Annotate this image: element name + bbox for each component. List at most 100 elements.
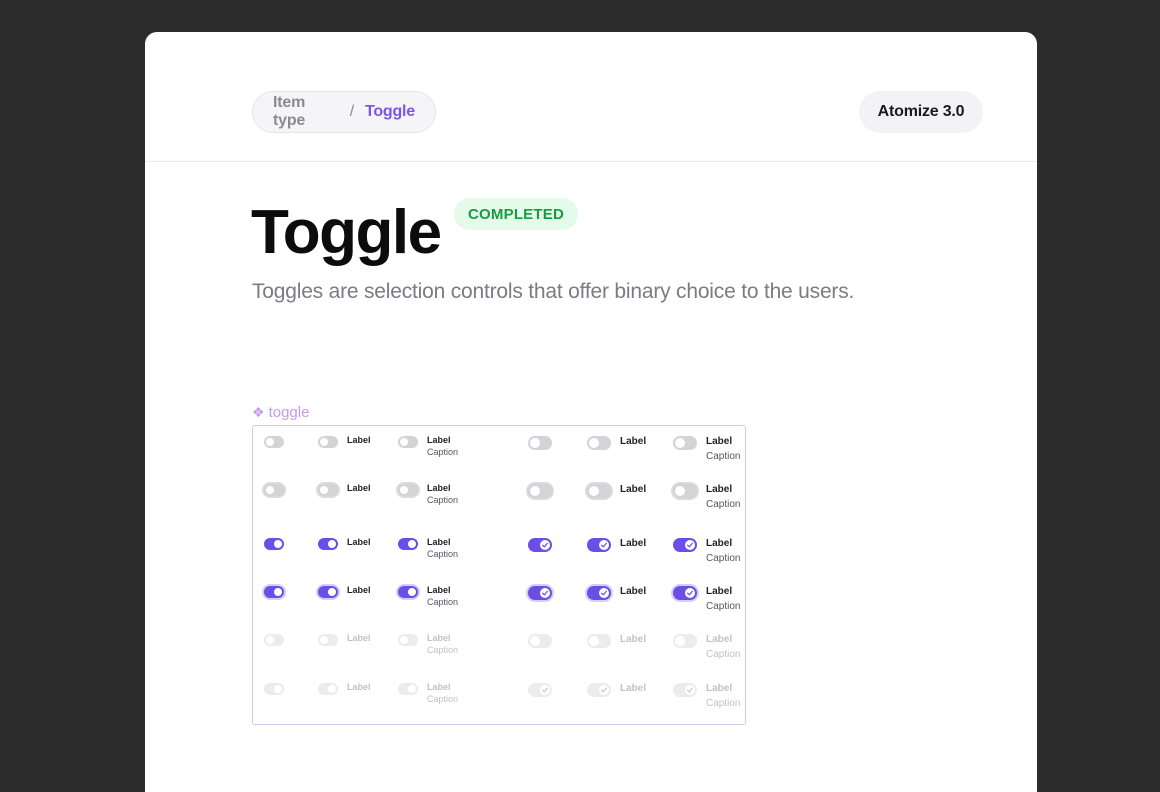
toggle-knob xyxy=(328,540,336,548)
toggle-knob xyxy=(540,540,550,550)
toggle-switch xyxy=(528,683,552,697)
toggle-caption: Caption xyxy=(706,499,741,510)
toggle-knob xyxy=(328,685,336,693)
toggle-switch[interactable] xyxy=(673,586,697,600)
toggle-knob xyxy=(320,438,328,446)
toggle-knob xyxy=(400,486,408,494)
toggle-switch[interactable] xyxy=(528,436,552,450)
toggle-knob xyxy=(530,486,540,496)
toggle-knob xyxy=(408,540,416,548)
check-icon xyxy=(541,686,549,694)
toggle-switch[interactable] xyxy=(318,538,338,550)
toggle-switch[interactable] xyxy=(528,484,552,498)
toggle-caption: Caption xyxy=(427,694,459,704)
toggle-switch xyxy=(264,634,284,646)
toggle-knob xyxy=(274,685,282,693)
status-badge: COMPLETED xyxy=(454,198,578,230)
toggle-label: Label xyxy=(347,682,371,692)
toggle-label: Label xyxy=(427,435,451,445)
toggle-switch[interactable] xyxy=(264,436,284,448)
toggle-switch[interactable] xyxy=(587,586,611,600)
toggle-label: Label xyxy=(620,683,647,694)
component-tag[interactable]: ❖ toggle xyxy=(252,404,309,421)
toggle-knob xyxy=(589,438,599,448)
toggle-knob xyxy=(408,588,416,596)
breadcrumb-current[interactable]: Toggle xyxy=(365,103,415,121)
toggle-knob xyxy=(685,588,695,598)
toggle-label: Label xyxy=(706,586,733,597)
breadcrumb-separator: / xyxy=(349,103,354,120)
toggle-switch[interactable] xyxy=(673,538,697,552)
toggle-switch[interactable] xyxy=(587,436,611,450)
toggle-knob xyxy=(540,685,550,695)
page-card: Item type / Toggle Atomize 3.0 Toggle CO… xyxy=(145,32,1037,792)
toggle-switch[interactable] xyxy=(673,436,697,450)
toggle-switch[interactable] xyxy=(318,436,338,448)
toggle-knob xyxy=(599,685,609,695)
toggle-knob xyxy=(589,486,599,496)
toggle-label: Label xyxy=(620,634,647,645)
toggle-switch xyxy=(398,634,418,646)
toggle-switch[interactable] xyxy=(398,484,418,496)
toggle-switch[interactable] xyxy=(398,538,418,550)
toggle-label: Label xyxy=(427,585,451,595)
toggle-switch xyxy=(528,634,552,648)
toggle-knob xyxy=(540,588,550,598)
toggle-switch xyxy=(587,634,611,648)
toggle-caption: Caption xyxy=(427,549,459,559)
toggle-switch[interactable] xyxy=(528,586,552,600)
toggle-caption: Caption xyxy=(427,495,459,505)
toggle-switch[interactable] xyxy=(528,538,552,552)
toggle-label: Label xyxy=(427,633,451,643)
toggle-knob xyxy=(274,540,282,548)
toggle-label: Label xyxy=(706,436,733,447)
toggle-variants-frame: Label Label Caption Label Label Caption Label L… xyxy=(252,425,746,725)
toggle-label: Label xyxy=(427,483,451,493)
toggle-switch[interactable] xyxy=(264,538,284,550)
toggle-switch xyxy=(318,683,338,695)
version-label[interactable]: Atomize 3.0 xyxy=(859,91,983,133)
toggle-switch xyxy=(264,683,284,695)
component-icon: ❖ xyxy=(252,404,265,420)
component-tag-label: toggle xyxy=(268,404,310,421)
toggle-caption: Caption xyxy=(427,597,459,607)
check-icon xyxy=(600,686,608,694)
header-divider xyxy=(145,161,1037,162)
toggle-label: Label xyxy=(706,484,733,495)
toggle-switch[interactable] xyxy=(264,586,284,598)
toggle-label: Label xyxy=(347,633,371,643)
toggle-switch xyxy=(673,634,697,648)
toggle-knob xyxy=(400,636,408,644)
toggle-label: Label xyxy=(347,483,371,493)
toggle-switch xyxy=(587,683,611,697)
toggle-switch[interactable] xyxy=(318,484,338,496)
page-title: Toggle xyxy=(251,198,442,267)
toggle-knob xyxy=(400,438,408,446)
toggle-switch[interactable] xyxy=(318,586,338,598)
toggle-knob xyxy=(599,588,609,598)
check-icon xyxy=(541,589,549,597)
toggle-label: Label xyxy=(347,585,371,595)
toggle-switch[interactable] xyxy=(673,484,697,498)
toggle-knob xyxy=(266,636,274,644)
toggle-knob xyxy=(685,685,695,695)
toggle-switch[interactable] xyxy=(398,586,418,598)
toggle-switch[interactable] xyxy=(587,538,611,552)
toggle-caption: Caption xyxy=(706,451,741,462)
toggle-caption: Caption xyxy=(427,645,459,655)
breadcrumb: Item type / Toggle xyxy=(252,91,436,133)
breadcrumb-parent[interactable]: Item type xyxy=(273,94,339,130)
toggle-switch[interactable] xyxy=(587,484,611,498)
check-icon xyxy=(600,589,608,597)
page-subtitle: Toggles are selection controls that offe… xyxy=(252,280,855,303)
toggle-label: Label xyxy=(427,537,451,547)
toggle-switch[interactable] xyxy=(264,484,284,496)
toggle-knob xyxy=(320,486,328,494)
toggle-switch[interactable] xyxy=(398,436,418,448)
toggle-label: Label xyxy=(620,586,647,597)
check-icon xyxy=(541,541,549,549)
toggle-switch xyxy=(318,634,338,646)
toggle-caption: Caption xyxy=(706,649,741,660)
toggle-knob xyxy=(530,438,540,448)
toggle-label: Label xyxy=(620,436,647,447)
